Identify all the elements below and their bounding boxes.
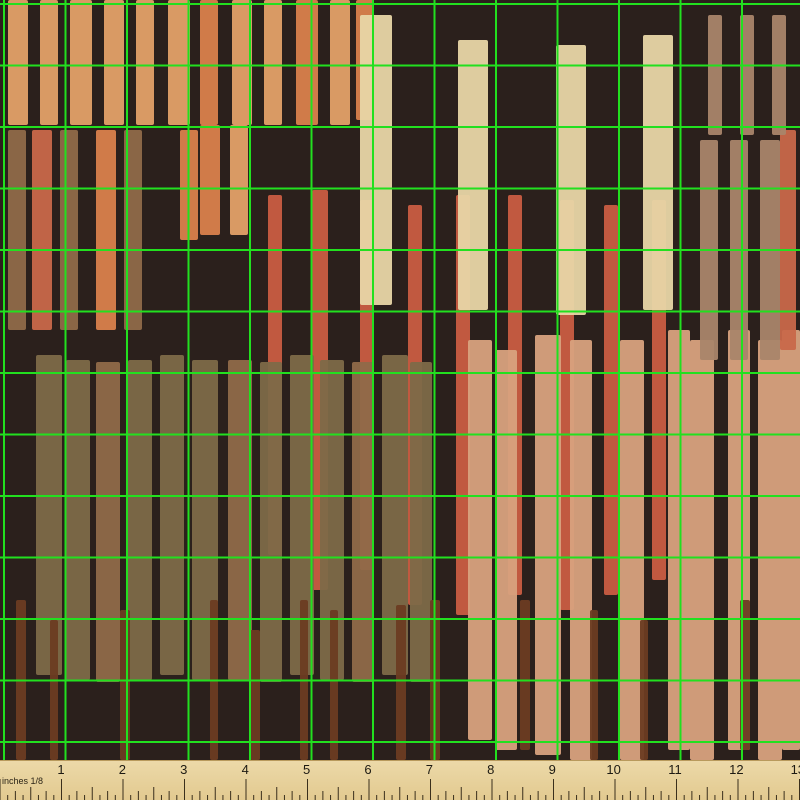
paint-stripe — [232, 0, 252, 125]
paint-stripe — [410, 362, 432, 682]
ruler-number: 4 — [241, 762, 249, 777]
paint-stripe — [136, 0, 154, 125]
paint-stripe — [180, 130, 198, 240]
paint-stripe — [330, 0, 350, 125]
paint-stripe — [8, 130, 26, 330]
paint-stripe — [128, 360, 152, 680]
inch-ruler: inches 1/8 12345678910111213 — [0, 760, 800, 800]
paint-stripe — [782, 330, 800, 750]
ruler-number: 5 — [302, 762, 311, 777]
paint-stripe — [8, 0, 28, 125]
paint-stripe — [124, 130, 142, 330]
ruler-number: 1 — [57, 762, 65, 777]
paint-stripe — [16, 600, 26, 760]
paint-stripe — [96, 130, 116, 330]
paint-stripe — [640, 620, 648, 760]
paint-stripe — [250, 630, 260, 760]
paint-stripe — [50, 620, 58, 760]
ruler-number: 6 — [364, 762, 372, 777]
ruler-number: 13 — [790, 762, 800, 777]
paint-stripe — [730, 140, 748, 360]
paint-stripe — [760, 140, 780, 360]
paint-stripe — [360, 15, 392, 305]
paint-stripe — [120, 610, 130, 760]
paint-stripe — [643, 35, 673, 310]
paint-stripe — [330, 610, 338, 760]
paint-stripe — [396, 605, 406, 760]
paint-stripe — [296, 0, 318, 125]
ruler-unit-label: inches 1/8 — [2, 776, 44, 786]
paint-stripe — [458, 40, 488, 310]
paint-stripe — [300, 600, 308, 760]
paint-stripe — [740, 15, 754, 135]
ruler-number: 2 — [118, 762, 127, 777]
paint-stripe — [700, 140, 718, 360]
ruler-number: 11 — [668, 762, 682, 777]
paint-stripe — [66, 360, 90, 680]
ruler-number: 8 — [487, 762, 495, 777]
paint-stripe — [758, 340, 782, 760]
paint-stripe — [200, 125, 220, 235]
paint-stripe — [668, 330, 690, 750]
paint-stripe — [36, 355, 62, 675]
paint-stripe — [590, 610, 598, 760]
paint-stripe — [495, 350, 517, 750]
paint-stripe — [104, 0, 124, 125]
ruler-number: 10 — [606, 762, 621, 777]
paint-stripe — [556, 45, 586, 315]
paint-stripe — [520, 600, 530, 750]
paint-stripe — [570, 340, 592, 760]
paint-stripe — [604, 205, 618, 595]
paint-stripe — [60, 130, 78, 330]
paint-stripe — [168, 0, 190, 125]
paint-stripe — [352, 362, 374, 682]
paint-stripe — [96, 362, 120, 682]
paint-stripe — [260, 362, 282, 682]
paint-stripe — [780, 130, 796, 350]
paint-stripe — [690, 340, 714, 760]
paint-stripe — [708, 15, 722, 135]
paint-stripe — [160, 355, 184, 675]
paint-stripe — [228, 360, 252, 680]
fabric-product-image: inches 1/8 12345678910111213 — [0, 0, 800, 800]
ruler-number: 9 — [548, 762, 556, 777]
paint-stripe — [32, 130, 52, 330]
paint-stripe — [40, 0, 58, 125]
paint-stripe — [468, 340, 492, 740]
ruler-number: 3 — [180, 762, 188, 777]
paint-stripe — [740, 600, 750, 750]
paint-stripe — [230, 125, 248, 235]
paint-stripe — [535, 335, 561, 755]
ruler-number: 7 — [425, 762, 434, 777]
paint-stripe — [200, 0, 218, 125]
paint-stripe — [70, 0, 92, 125]
paint-stripe — [772, 15, 786, 135]
paint-stripe — [264, 0, 282, 125]
ruler-number: 12 — [729, 762, 744, 777]
stripe-pattern — [0, 0, 800, 760]
paint-stripe — [430, 600, 440, 760]
paint-stripe — [210, 600, 218, 760]
